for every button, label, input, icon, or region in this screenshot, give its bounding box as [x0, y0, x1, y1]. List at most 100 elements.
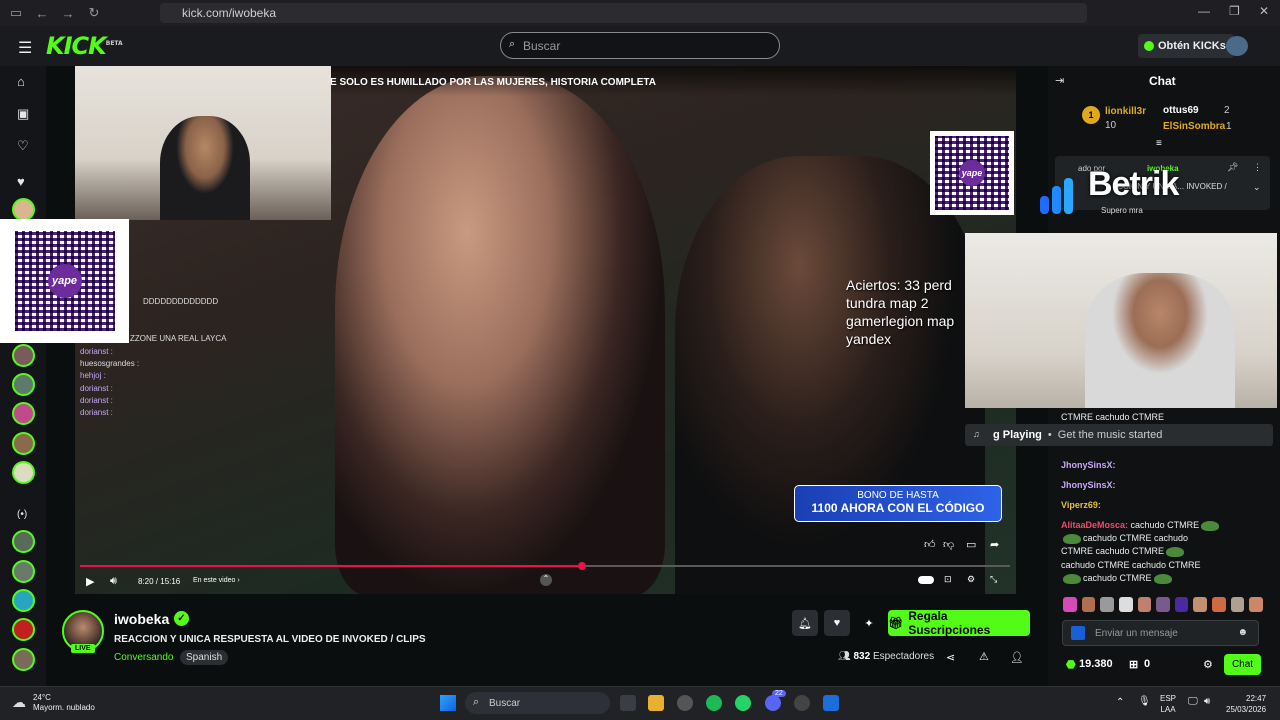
settings-gear-icon[interactable]: ⚙ [967, 574, 975, 585]
now-playing-text: Get the music started [1057, 429, 1163, 441]
followed-channel-avatar[interactable] [12, 402, 35, 425]
emote[interactable] [1063, 597, 1077, 612]
followed-channel-avatar[interactable] [12, 344, 35, 367]
home-icon[interactable]: ⌂ [17, 74, 25, 89]
collapse-chat-icon[interactable]: ⇥ [1055, 74, 1064, 87]
video-progress-bar[interactable] [80, 562, 1010, 570]
live-radio-icon[interactable]: (•) [17, 509, 27, 520]
favorites-heart-icon[interactable]: ♥ [17, 174, 25, 189]
get-kicks-button[interactable]: Obtén KICKs [1138, 34, 1234, 58]
gift-box-icon[interactable]: ⊞ [1129, 658, 1138, 671]
followed-channel-avatar[interactable] [12, 432, 35, 455]
channel-points[interactable]: 19.380 [1079, 658, 1113, 670]
browser-app-icon[interactable] [677, 695, 693, 711]
forward-icon[interactable]: → [58, 3, 78, 23]
menu-icon[interactable]: ☰ [18, 38, 32, 58]
fullscreen-icon[interactable]: ⤡ [990, 574, 997, 585]
close-icon[interactable]: ✕ [1259, 4, 1269, 18]
taskbar-search[interactable]: ⌕ Buscar [465, 692, 610, 714]
microphone-icon[interactable]: 🎙︎ [1138, 696, 1151, 707]
spotify-icon[interactable] [706, 695, 722, 711]
recommended-channel-avatar[interactable] [12, 648, 35, 671]
app-icon[interactable] [823, 695, 839, 711]
followed-channel-avatar[interactable] [12, 198, 35, 221]
back-icon[interactable]: ← [32, 3, 52, 23]
kick-logo[interactable]: KICKBETA [46, 32, 123, 60]
report-warning-icon[interactable]: ⚠ [979, 650, 989, 663]
maximize-icon[interactable]: ❐ [1229, 4, 1240, 18]
more-options-icon[interactable]: ⋮ [1253, 162, 1262, 173]
dislike-icon[interactable]: 👎︎ [943, 538, 954, 551]
emote[interactable] [1118, 597, 1133, 612]
notification-bell-button[interactable]: 🔔︎ [792, 610, 818, 636]
system-clock[interactable]: 22:47 25/03/2026 [1226, 693, 1266, 715]
pin-icon[interactable]: 📌︎ [1227, 162, 1238, 173]
sparkle-icon[interactable]: ✦ [856, 610, 882, 636]
search-input[interactable]: ⌕ Buscar [500, 32, 780, 59]
discord-icon[interactable] [765, 695, 781, 711]
share-arrow-icon[interactable]: ➦ [990, 538, 999, 551]
emote[interactable] [1249, 597, 1264, 612]
user-avatar[interactable] [1226, 36, 1248, 56]
leaderboard-count: 2 [1224, 105, 1230, 116]
emote[interactable] [1212, 597, 1226, 612]
stream-category-link[interactable]: Conversando [114, 652, 173, 663]
yape-logo-large: yape [47, 264, 82, 298]
task-view-icon[interactable] [620, 695, 636, 711]
file-explorer-icon[interactable] [648, 695, 664, 711]
chevron-down-icon[interactable]: ⌄ [1253, 182, 1261, 193]
emote[interactable] [1081, 597, 1096, 612]
followed-channel-avatar[interactable] [12, 461, 35, 484]
recommended-channel-avatar[interactable] [12, 560, 35, 583]
autoplay-toggle[interactable] [918, 576, 934, 584]
speaker-icon[interactable]: 🔊︎ [1204, 696, 1210, 707]
recommended-channel-avatar[interactable] [12, 530, 35, 553]
gift-subscriptions-button[interactable]: 🎁︎ Regala Suscripciones [888, 609, 1030, 637]
emote[interactable] [1193, 597, 1208, 612]
emote[interactable] [1100, 597, 1114, 612]
play-icon[interactable]: ▶ [86, 575, 94, 588]
followed-channel-avatar[interactable] [12, 373, 35, 396]
emote[interactable] [1156, 597, 1170, 612]
browse-icon[interactable]: ▣ [17, 106, 29, 122]
network-icon[interactable]: 🖵︎ [1188, 696, 1198, 707]
emoji-icon[interactable]: ☻ [1237, 627, 1248, 638]
filter-icon[interactable]: ≡ [1156, 138, 1162, 149]
weather-cloud-icon[interactable]: ☁ [12, 694, 26, 711]
minimize-icon[interactable]: — [1198, 4, 1210, 18]
following-heart-icon[interactable]: ♡ [17, 138, 29, 154]
follow-heart-button[interactable]: ♥ [824, 610, 850, 636]
tray-chevron-icon[interactable]: ⌃ [1116, 697, 1124, 708]
chat-message-input[interactable]: Enviar un mensaje ☻ [1062, 620, 1259, 646]
chat-settings-gear-icon[interactable]: ⚙ [1203, 658, 1213, 671]
sidebar-toggle-icon[interactable]: ▭ [6, 3, 26, 23]
recommended-channel-avatar[interactable] [12, 589, 35, 612]
verified-check-icon: ✓ [174, 611, 189, 626]
captions-icon[interactable]: ⊡ [944, 574, 952, 585]
leaderboard-user[interactable]: lionkill3r [1105, 106, 1146, 117]
kick-emote-icon[interactable] [1071, 626, 1085, 640]
user-add-icon[interactable]: 👤︎ [1010, 651, 1024, 664]
share-icon[interactable]: ⋖ [946, 651, 955, 664]
language-indicator[interactable]: ESP LAA [1160, 693, 1176, 715]
like-icon[interactable]: 👍︎ [924, 538, 936, 551]
address-bar[interactable]: kick.com/iwobeka [160, 3, 1087, 23]
comment-icon[interactable]: ▭ [966, 538, 976, 551]
volume-icon[interactable]: 🔊︎ [110, 575, 117, 588]
chrome-icon[interactable] [794, 695, 810, 711]
chevron-up-icon[interactable]: ⌃ [540, 574, 552, 586]
emote[interactable] [1137, 597, 1152, 612]
emote[interactable] [1230, 597, 1245, 612]
whatsapp-icon[interactable] [735, 695, 751, 711]
leaderboard-user[interactable]: ElSinSombra [1163, 121, 1225, 132]
windows-start-icon[interactable] [440, 695, 456, 711]
en-este-video-link[interactable]: En este video › [193, 577, 240, 584]
emote[interactable] [1174, 597, 1189, 612]
send-chat-button[interactable]: Chat [1224, 654, 1261, 675]
reload-icon[interactable]: ↻ [84, 3, 104, 23]
recommended-channel-avatar[interactable] [12, 618, 35, 641]
language-tag[interactable]: Spanish [180, 650, 229, 665]
leaderboard-user[interactable]: ottus69 [1163, 105, 1199, 116]
channel-name[interactable]: iwobeka [114, 611, 169, 627]
weather-widget[interactable]: 24°C Mayorm. nublado [33, 693, 95, 713]
